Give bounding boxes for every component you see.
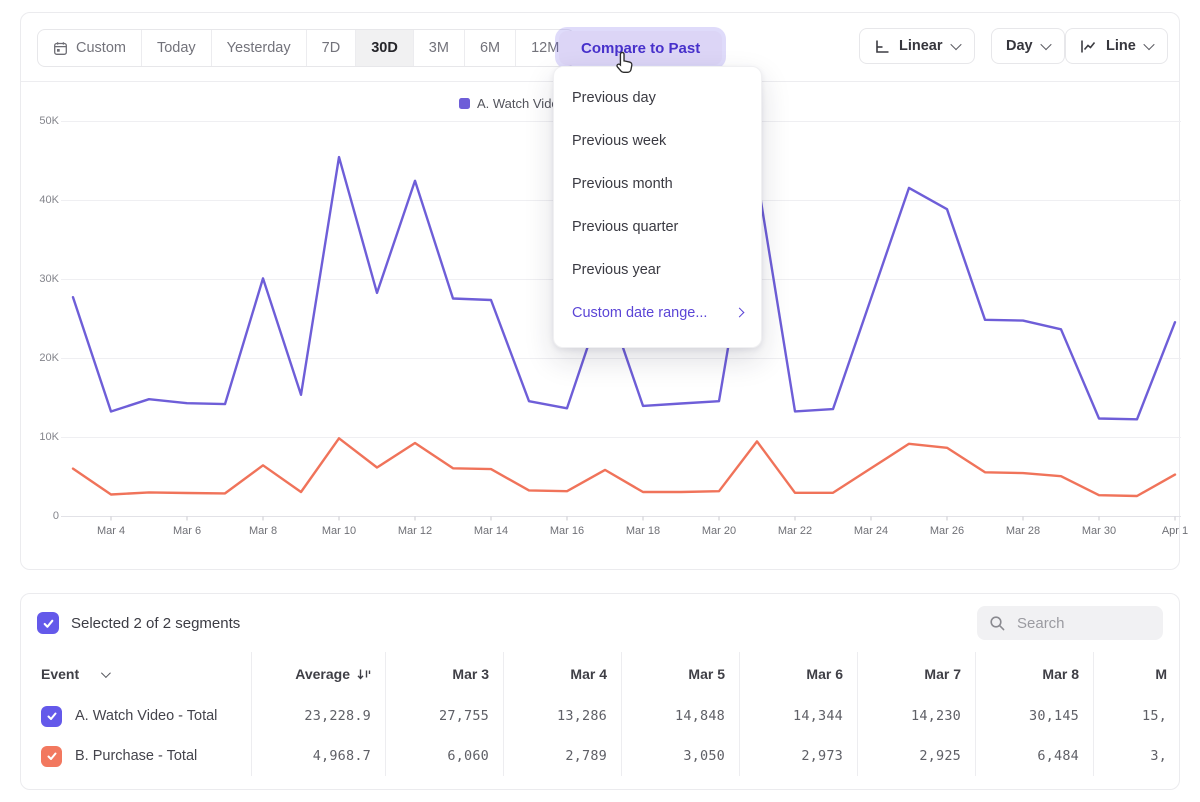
check-icon: [46, 750, 58, 762]
segments-label: Selected 2 of 2 segments: [71, 615, 240, 632]
search-input[interactable]: [1015, 614, 1139, 633]
table-cell: 3,050: [621, 736, 739, 776]
column-header-mar-6: Mar 6: [739, 652, 857, 696]
table-cell: 23,228.9: [251, 696, 385, 736]
column-header-label: Mar 5: [688, 666, 725, 682]
segment-checkbox-b-purchase-total[interactable]: [41, 746, 62, 767]
table-cell: 2,973: [739, 736, 857, 776]
x-axis-tick: Mar 26: [917, 525, 977, 537]
column-header-m: M: [1093, 652, 1180, 696]
x-axis-tick: Mar 30: [1069, 525, 1129, 537]
y-axis-tick: 40K: [21, 194, 59, 206]
table-cell: 3,: [1093, 736, 1180, 776]
table-cell: 30,145: [975, 696, 1093, 736]
column-header-label: M: [1155, 666, 1167, 682]
column-header-mar-3: Mar 3: [385, 652, 503, 696]
menu-item-previous-day[interactable]: Previous day: [554, 76, 761, 119]
segment-label: A. Watch Video - Total: [75, 708, 217, 724]
y-axis-tick: 30K: [21, 273, 59, 285]
x-axis-tick: Mar 16: [537, 525, 597, 537]
x-axis-tick: Mar 18: [613, 525, 673, 537]
table-cell: 2,789: [503, 736, 621, 776]
y-axis-tick: 50K: [21, 115, 59, 127]
menu-item-previous-week[interactable]: Previous week: [554, 119, 761, 162]
table-cell: 13,286: [503, 696, 621, 736]
search-icon: [989, 615, 1006, 632]
segment-label: B. Purchase - Total: [75, 748, 197, 764]
segments-panel: Selected 2 of 2 segments Event Average Mar…: [20, 593, 1180, 790]
x-axis-tick: Mar 10: [309, 525, 369, 537]
compare-dropdown-menu: Previous dayPrevious weekPrevious monthP…: [553, 66, 762, 348]
column-header-event[interactable]: Event: [21, 652, 251, 696]
table-cell: 4,968.7: [251, 736, 385, 776]
select-all-checkbox[interactable]: [37, 612, 59, 634]
y-axis-tick: 10K: [21, 431, 59, 443]
column-header-average[interactable]: Average: [251, 652, 385, 696]
segments-bar: Selected 2 of 2 segments: [21, 594, 1179, 652]
column-header-mar-4: Mar 4: [503, 652, 621, 696]
sort-descending-icon: [357, 668, 371, 681]
table-cell: 15,: [1093, 696, 1180, 736]
x-axis-tick: Mar 4: [81, 525, 141, 537]
x-axis-tick: Mar 8: [233, 525, 293, 537]
table-cell: 6,060: [385, 736, 503, 776]
chevron-down-icon: [101, 668, 111, 678]
table-cell: 14,848: [621, 696, 739, 736]
x-axis-tick: Mar 14: [461, 525, 521, 537]
menu-item-custom-date-range[interactable]: Custom date range...: [554, 291, 761, 334]
table-cell: 2,925: [857, 736, 975, 776]
search-box[interactable]: [977, 606, 1163, 640]
chevron-right-icon: [735, 308, 745, 318]
x-axis-tick: Mar 6: [157, 525, 217, 537]
column-header-label: Mar 8: [1042, 666, 1079, 682]
column-header-label: Mar 4: [570, 666, 607, 682]
x-axis-tick: Mar 28: [993, 525, 1053, 537]
table-row-label-cell: A. Watch Video - Total: [21, 696, 251, 736]
x-axis-tick: Apr 1: [1145, 525, 1200, 537]
menu-item-previous-quarter[interactable]: Previous quarter: [554, 205, 761, 248]
check-icon: [42, 617, 55, 630]
x-axis-tick: Mar 24: [841, 525, 901, 537]
y-axis-tick: 20K: [21, 352, 59, 364]
column-header-label: Event: [41, 666, 79, 682]
table-cell: 27,755: [385, 696, 503, 736]
cursor-pointer-icon: [613, 50, 640, 77]
events-table: Event Average Mar 3 Mar 4 Mar 5 Mar 6 Mar 7 Mar…: [21, 652, 1180, 776]
column-header-mar-7: Mar 7: [857, 652, 975, 696]
x-axis-tick: Mar 12: [385, 525, 445, 537]
table-cell: 14,344: [739, 696, 857, 736]
column-header-label: Average: [295, 666, 350, 682]
column-header-mar-8: Mar 8: [975, 652, 1093, 696]
column-header-label: Mar 7: [924, 666, 961, 682]
column-header-label: Mar 6: [806, 666, 843, 682]
x-axis-tick: Mar 20: [689, 525, 749, 537]
menu-item-previous-month[interactable]: Previous month: [554, 162, 761, 205]
table-cell: 14,230: [857, 696, 975, 736]
column-header-mar-5: Mar 5: [621, 652, 739, 696]
series-b-purchase-total: [73, 438, 1175, 496]
segment-checkbox-a-watch-video-total[interactable]: [41, 706, 62, 727]
column-header-label: Mar 3: [452, 666, 489, 682]
y-axis-tick: 0: [21, 510, 59, 522]
table-cell: 6,484: [975, 736, 1093, 776]
table-row-label-cell: B. Purchase - Total: [21, 736, 251, 776]
menu-item-previous-year[interactable]: Previous year: [554, 248, 761, 291]
x-axis-tick: Mar 22: [765, 525, 825, 537]
check-icon: [46, 710, 58, 722]
